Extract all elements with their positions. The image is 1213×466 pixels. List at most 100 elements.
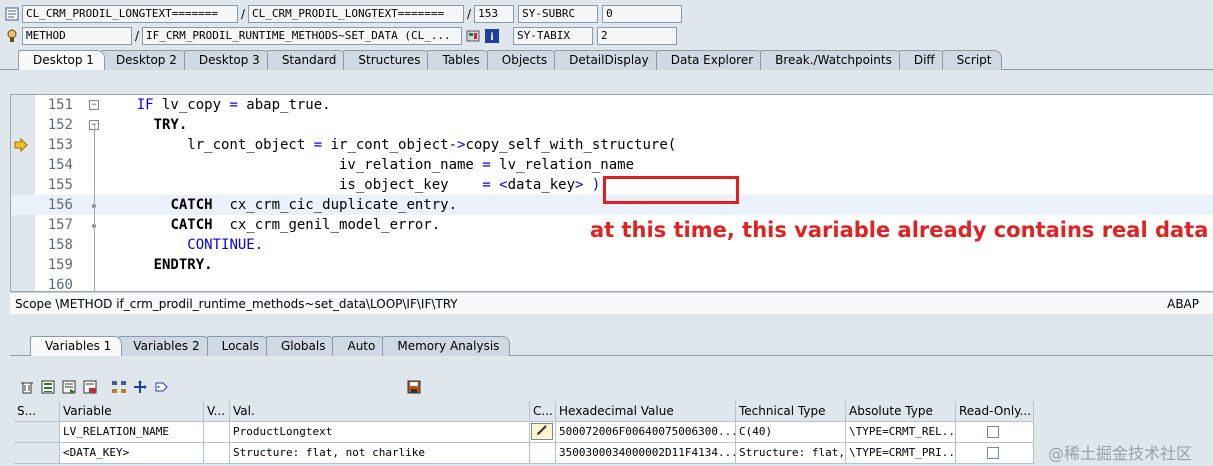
sy-field-value-1[interactable]: 0: [602, 5, 683, 23]
read-only-checkbox[interactable]: [987, 426, 999, 438]
event-type-field[interactable]: METHOD: [22, 27, 132, 45]
tab-diff[interactable]: Diff: [898, 50, 946, 70]
line-number: 157: [47, 217, 73, 233]
tab-globals[interactable]: Globals: [265, 336, 337, 356]
desktop-tabs: Desktop 1 Desktop 2 Desktop 3 Standard Struc…: [18, 50, 1003, 70]
edit-pencil-icon[interactable]: [531, 423, 553, 440]
hex-value-cell[interactable]: 3500300034000002D11F4134...: [556, 443, 736, 464]
code-text: lr_cont_object = ir_cont_object->copy_se…: [103, 135, 676, 155]
code-token: abap_true.: [237, 97, 331, 113]
code-line[interactable]: 154 iv_relation_name = lv_relation_name: [11, 155, 1213, 175]
column-header[interactable]: S...: [14, 401, 60, 422]
column-header[interactable]: Absolute Type: [846, 401, 956, 422]
column-header[interactable]: V...: [204, 401, 230, 422]
separator: /: [135, 29, 140, 43]
value-cell[interactable]: Structure: flat, not charlike: [230, 443, 530, 464]
fold-guide: [94, 125, 95, 291]
row-selector[interactable]: [14, 443, 60, 464]
variable-tabs: Variables 1 Variables 2 Locals Globals Auto M…: [30, 336, 511, 356]
program-icon: [4, 6, 20, 22]
column-header[interactable]: Technical Type: [736, 401, 846, 422]
code-token: lv_relation_name: [490, 157, 635, 173]
info-icon[interactable]: i: [484, 28, 500, 44]
column-header[interactable]: Read-Only...: [956, 401, 1034, 422]
absolute-type-cell: \TYPE=CRMT_PRI...: [846, 443, 956, 464]
read-only-checkbox[interactable]: [987, 447, 999, 459]
change-cell[interactable]: [530, 422, 556, 443]
table-row[interactable]: <DATA_KEY> Structure: flat, not charlike 3…: [14, 443, 1034, 464]
tab-locals[interactable]: Locals: [206, 336, 270, 356]
tab-variables-2[interactable]: Variables 2: [118, 336, 211, 356]
version-cell: [204, 443, 230, 464]
export-icon[interactable]: [81, 379, 99, 395]
include-field[interactable]: CL_CRM_PRODIL_LONGTEXT=======: [248, 5, 465, 23]
code-token: CONTINUE.: [187, 237, 264, 253]
row-selector[interactable]: [14, 422, 60, 443]
code-token: CATCH: [170, 217, 213, 233]
code-text: ENDTRY.: [103, 255, 213, 275]
save-icon[interactable]: [405, 379, 423, 395]
display-object-icon[interactable]: [465, 28, 481, 44]
variable-name-cell[interactable]: <DATA_KEY>: [60, 443, 204, 464]
tab-memory-analysis[interactable]: Memory Analysis: [382, 336, 511, 356]
sy-field-value-2[interactable]: 2: [597, 27, 678, 45]
code-line[interactable]: 153 lr_cont_object = ir_cont_object->cop…: [11, 135, 1213, 155]
code-text: iv_relation_name = lv_relation_name: [103, 155, 634, 175]
tab-desktop-3[interactable]: Desktop 3: [183, 50, 271, 70]
tab-data-explorer[interactable]: Data Explorer: [655, 50, 765, 70]
tab-desktop-1[interactable]: Desktop 1: [18, 50, 105, 70]
delete-icon[interactable]: [18, 379, 36, 395]
code-line[interactable]: 159 ENDTRY.: [11, 255, 1213, 275]
code-token: CATCH: [170, 197, 213, 213]
tab-detaildisplay[interactable]: DetailDisplay: [554, 50, 660, 70]
column-header[interactable]: Variable: [60, 401, 204, 422]
line-number: 152: [47, 117, 73, 133]
code-token: TRY.: [153, 117, 188, 133]
table-row[interactable]: LV_RELATION_NAME ProductLongtext 500072006…: [14, 422, 1034, 443]
version-cell: [204, 422, 230, 443]
code-line[interactable]: 151 − IF lv_copy = abap_true.: [11, 95, 1213, 115]
change-cell[interactable]: [530, 443, 556, 464]
tab-variables-1[interactable]: Variables 1: [30, 336, 123, 356]
code-token: =: [313, 137, 323, 153]
variable-name-cell[interactable]: LV_RELATION_NAME: [60, 422, 204, 443]
tab-auto[interactable]: Auto: [332, 336, 387, 356]
tab-standard[interactable]: Standard: [266, 50, 348, 70]
column-header[interactable]: Hexadecimal Value: [556, 401, 736, 422]
column-header[interactable]: Val.: [230, 401, 530, 422]
fold-toggle-icon[interactable]: −: [89, 100, 99, 110]
tab-break-watchpoints[interactable]: Break./Watchpoints: [760, 50, 903, 70]
value-cell[interactable]: ProductLongtext: [230, 422, 530, 443]
tab-script[interactable]: Script: [941, 50, 1003, 70]
watermark: @稀土掘金技术社区: [1048, 444, 1193, 463]
tag-icon[interactable]: [152, 379, 170, 395]
code-text: TRY.: [103, 115, 188, 135]
hierarchy-icon[interactable]: [110, 379, 128, 395]
language-label: ABAP: [1167, 297, 1199, 311]
tab-desktop-2[interactable]: Desktop 2: [100, 50, 188, 70]
code-line[interactable]: 160: [11, 275, 1213, 291]
hex-value-cell[interactable]: 500072006F00640075006300...: [556, 422, 736, 443]
line-number: 155: [47, 177, 73, 193]
tab-structures[interactable]: Structures: [343, 50, 432, 70]
line-field[interactable]: 153: [474, 5, 515, 23]
technical-type-cell: Structure: flat, no...: [736, 443, 846, 464]
code-token: iv_relation_name: [103, 157, 483, 173]
code-line[interactable]: 152− TRY.: [11, 115, 1213, 135]
import-icon[interactable]: [60, 379, 78, 395]
navigate-icon[interactable]: [131, 379, 149, 395]
code-token: lr_cont_object: [103, 137, 314, 153]
tab-objects[interactable]: Objects: [486, 50, 559, 70]
tab-tables[interactable]: Tables: [427, 50, 491, 70]
event-field[interactable]: IF_CRM_PRODIL_RUNTIME_METHODS~SET_DATA (…: [142, 27, 463, 45]
line-number: 154: [47, 157, 73, 173]
program-field[interactable]: CL_CRM_PRODIL_LONGTEXT=======: [22, 5, 238, 23]
variables-toolbar: [18, 378, 423, 396]
code-token: lv_copy: [153, 97, 230, 113]
column-header[interactable]: C...: [530, 401, 556, 422]
info-row-event: METHOD / IF_CRM_PRODIL_RUNTIME_METHODS~S…: [4, 27, 678, 45]
detail-view-icon[interactable]: [39, 379, 57, 395]
code-token: ENDTRY.: [153, 257, 213, 273]
